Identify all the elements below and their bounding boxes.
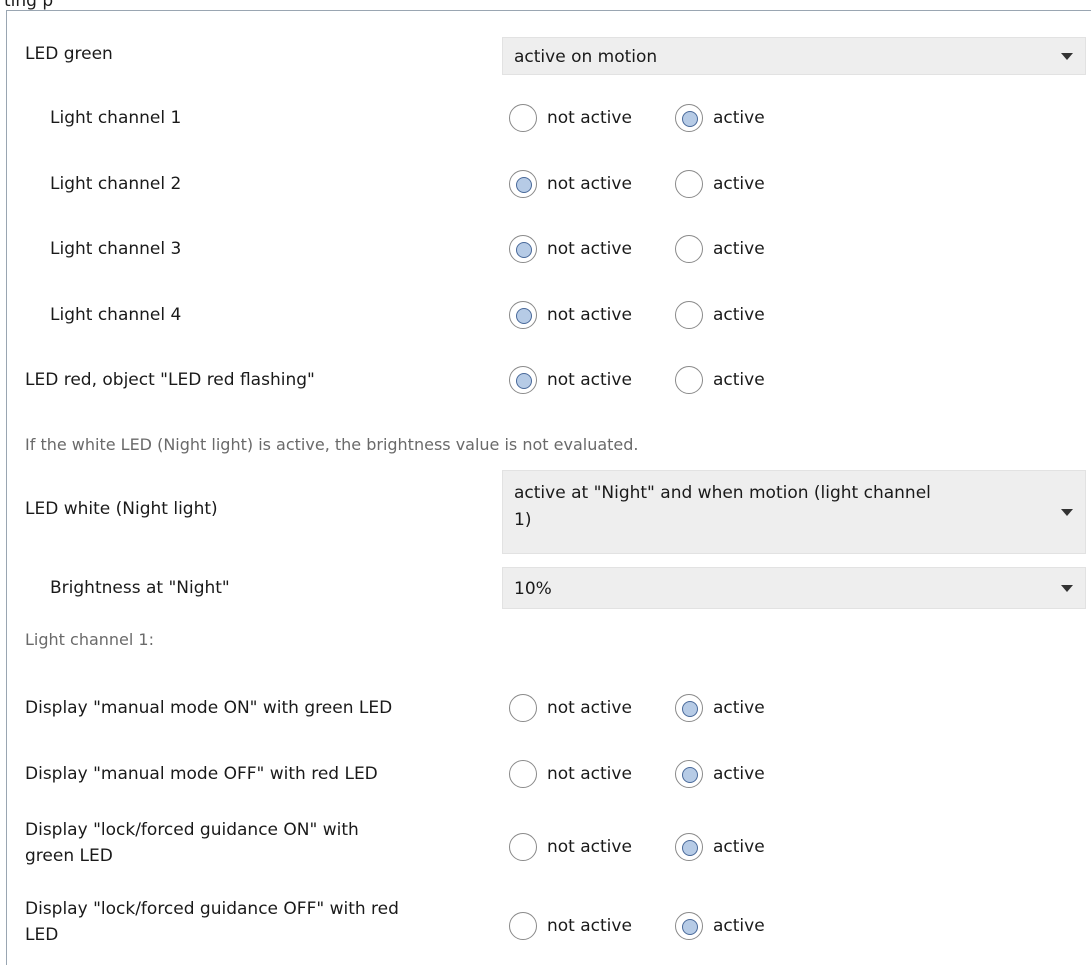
display-manual-on-active-radio[interactable] xyxy=(675,694,703,722)
led-red-active-radio[interactable] xyxy=(675,366,703,394)
active-label: active xyxy=(713,239,765,259)
channel-2-not-active-radio[interactable] xyxy=(509,170,537,198)
active-label: active xyxy=(713,174,765,194)
display-lock-on-label-line1: Display "lock/forced guidance ON" with xyxy=(25,820,359,840)
channel-label: Light channel 3 xyxy=(50,239,182,259)
chevron-down-icon xyxy=(1061,509,1073,516)
display-lock-on-label-line2: green LED xyxy=(25,846,113,866)
channel-label: Light channel 2 xyxy=(50,174,182,194)
channel-2-active-radio[interactable] xyxy=(675,170,703,198)
led-white-value-line1: active at "Night" and when motion (light… xyxy=(514,483,931,503)
active-label: active xyxy=(713,305,765,325)
led-green-label: LED green xyxy=(25,44,113,64)
channel-4-active-radio[interactable] xyxy=(675,301,703,329)
channel-label: Light channel 4 xyxy=(50,305,182,325)
brightness-label: Brightness at "Night" xyxy=(50,578,230,598)
brightness-value: 10% xyxy=(514,579,552,599)
not-active-label: not active xyxy=(547,698,632,718)
not-active-label: not active xyxy=(547,174,632,194)
channel-3-active-radio[interactable] xyxy=(675,235,703,263)
not-active-label: not active xyxy=(547,239,632,259)
not-active-label: not active xyxy=(547,305,632,325)
led-white-value-line2: 1) xyxy=(514,510,532,530)
chevron-down-icon xyxy=(1061,585,1073,592)
led-green-dropdown[interactable]: active on motion xyxy=(502,37,1086,75)
display-manual-off-not-active-radio[interactable] xyxy=(509,760,537,788)
chevron-down-icon xyxy=(1061,53,1073,60)
display-lock-off-not-active-radio[interactable] xyxy=(509,912,537,940)
led-green-value: active on motion xyxy=(514,47,658,67)
not-active-label: not active xyxy=(547,916,632,936)
display-manual-off-label: Display "manual mode OFF" with red LED xyxy=(25,764,378,784)
active-label: active xyxy=(713,837,765,857)
led-red-label: LED red, object "LED red flashing" xyxy=(25,370,315,390)
channel-1-heading: Light channel 1: xyxy=(25,630,154,649)
display-lock-off-label-line2: LED xyxy=(25,925,59,945)
active-label: active xyxy=(713,108,765,128)
not-active-label: not active xyxy=(547,764,632,784)
display-manual-on-label: Display "manual mode ON" with green LED xyxy=(25,698,393,718)
display-manual-on-not-active-radio[interactable] xyxy=(509,694,537,722)
white-led-info-text: If the white LED (Night light) is active… xyxy=(25,435,639,454)
brightness-dropdown[interactable]: 10% xyxy=(502,567,1086,609)
not-active-label: not active xyxy=(547,837,632,857)
active-label: active xyxy=(713,698,765,718)
display-lock-off-active-radio[interactable] xyxy=(675,912,703,940)
channel-1-active-radio[interactable] xyxy=(675,104,703,132)
display-lock-on-not-active-radio[interactable] xyxy=(509,833,537,861)
display-lock-on-active-radio[interactable] xyxy=(675,833,703,861)
led-red-not-active-radio[interactable] xyxy=(509,366,537,394)
display-lock-off-label-line1: Display "lock/forced guidance OFF" with … xyxy=(25,899,399,919)
channel-4-not-active-radio[interactable] xyxy=(509,301,537,329)
active-label: active xyxy=(713,764,765,784)
led-white-label: LED white (Night light) xyxy=(25,499,218,519)
led-white-dropdown[interactable]: active at "Night" and when motion (light… xyxy=(502,470,1086,554)
display-manual-off-active-radio[interactable] xyxy=(675,760,703,788)
parameter-panel: LED green active on motion Light channel… xyxy=(6,10,1091,965)
not-active-label: not active xyxy=(547,370,632,390)
channel-label: Light channel 1 xyxy=(50,108,182,128)
active-label: active xyxy=(713,370,765,390)
channel-1-not-active-radio[interactable] xyxy=(509,104,537,132)
active-label: active xyxy=(713,916,765,936)
not-active-label: not active xyxy=(547,108,632,128)
channel-3-not-active-radio[interactable] xyxy=(509,235,537,263)
